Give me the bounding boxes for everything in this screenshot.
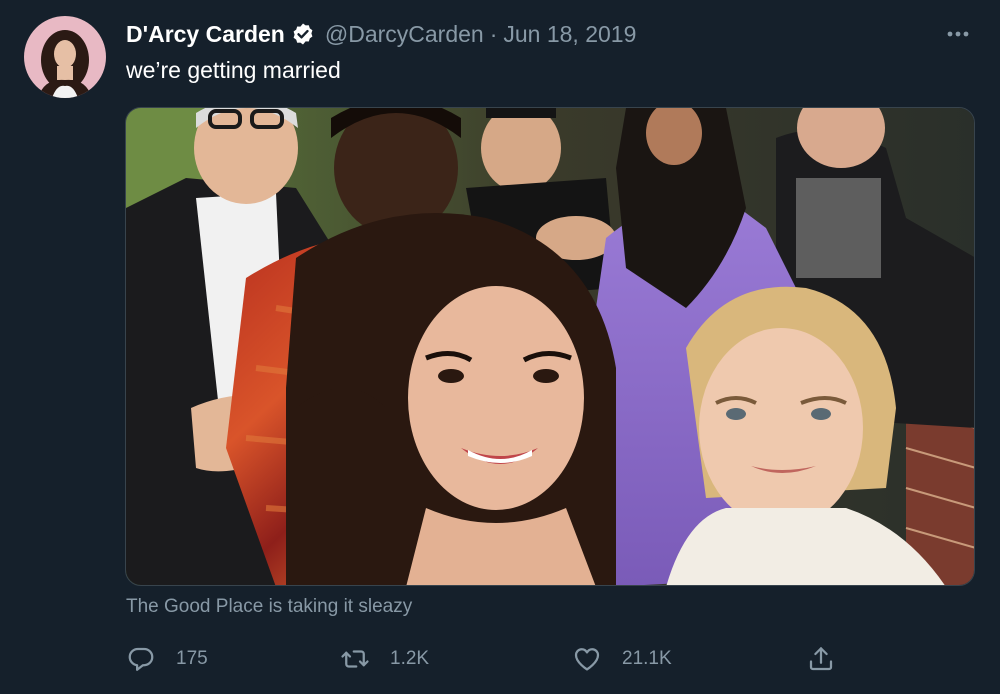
reply-button[interactable]: 175 [126, 642, 208, 676]
tweet-header: D'Arcy Carden @DarcyCarden · Jun 18, 201… [126, 18, 636, 50]
verified-badge-icon [291, 22, 315, 46]
avatar-image [24, 16, 106, 98]
reply-count: 175 [176, 648, 208, 669]
tweet-actions: 175 1.2K 21.1K [126, 642, 866, 676]
retweet-icon [340, 644, 370, 674]
like-button[interactable]: 21.1K [572, 642, 672, 676]
group-selfie-image [126, 108, 974, 585]
tweet-text: we’re getting married [126, 57, 341, 83]
avatar[interactable] [24, 16, 106, 98]
retweet-count: 1.2K [390, 648, 430, 669]
tweet-date[interactable]: Jun 18, 2019 [503, 21, 636, 48]
share-icon [806, 644, 836, 674]
more-options-icon[interactable] [944, 22, 972, 46]
display-name[interactable]: D'Arcy Carden [126, 21, 285, 48]
retweet-button[interactable]: 1.2K [340, 642, 429, 676]
reply-icon [126, 644, 156, 674]
tweet-card: D'Arcy Carden @DarcyCarden · Jun 18, 201… [0, 0, 1000, 694]
user-handle[interactable]: @DarcyCarden [325, 21, 484, 48]
header-separator: · [489, 20, 498, 47]
tweet-photo[interactable] [125, 107, 975, 586]
media-caption: The Good Place is taking it sleazy [126, 596, 413, 617]
share-button[interactable] [806, 642, 836, 676]
like-count: 21.1K [622, 648, 672, 669]
heart-icon [572, 644, 602, 674]
